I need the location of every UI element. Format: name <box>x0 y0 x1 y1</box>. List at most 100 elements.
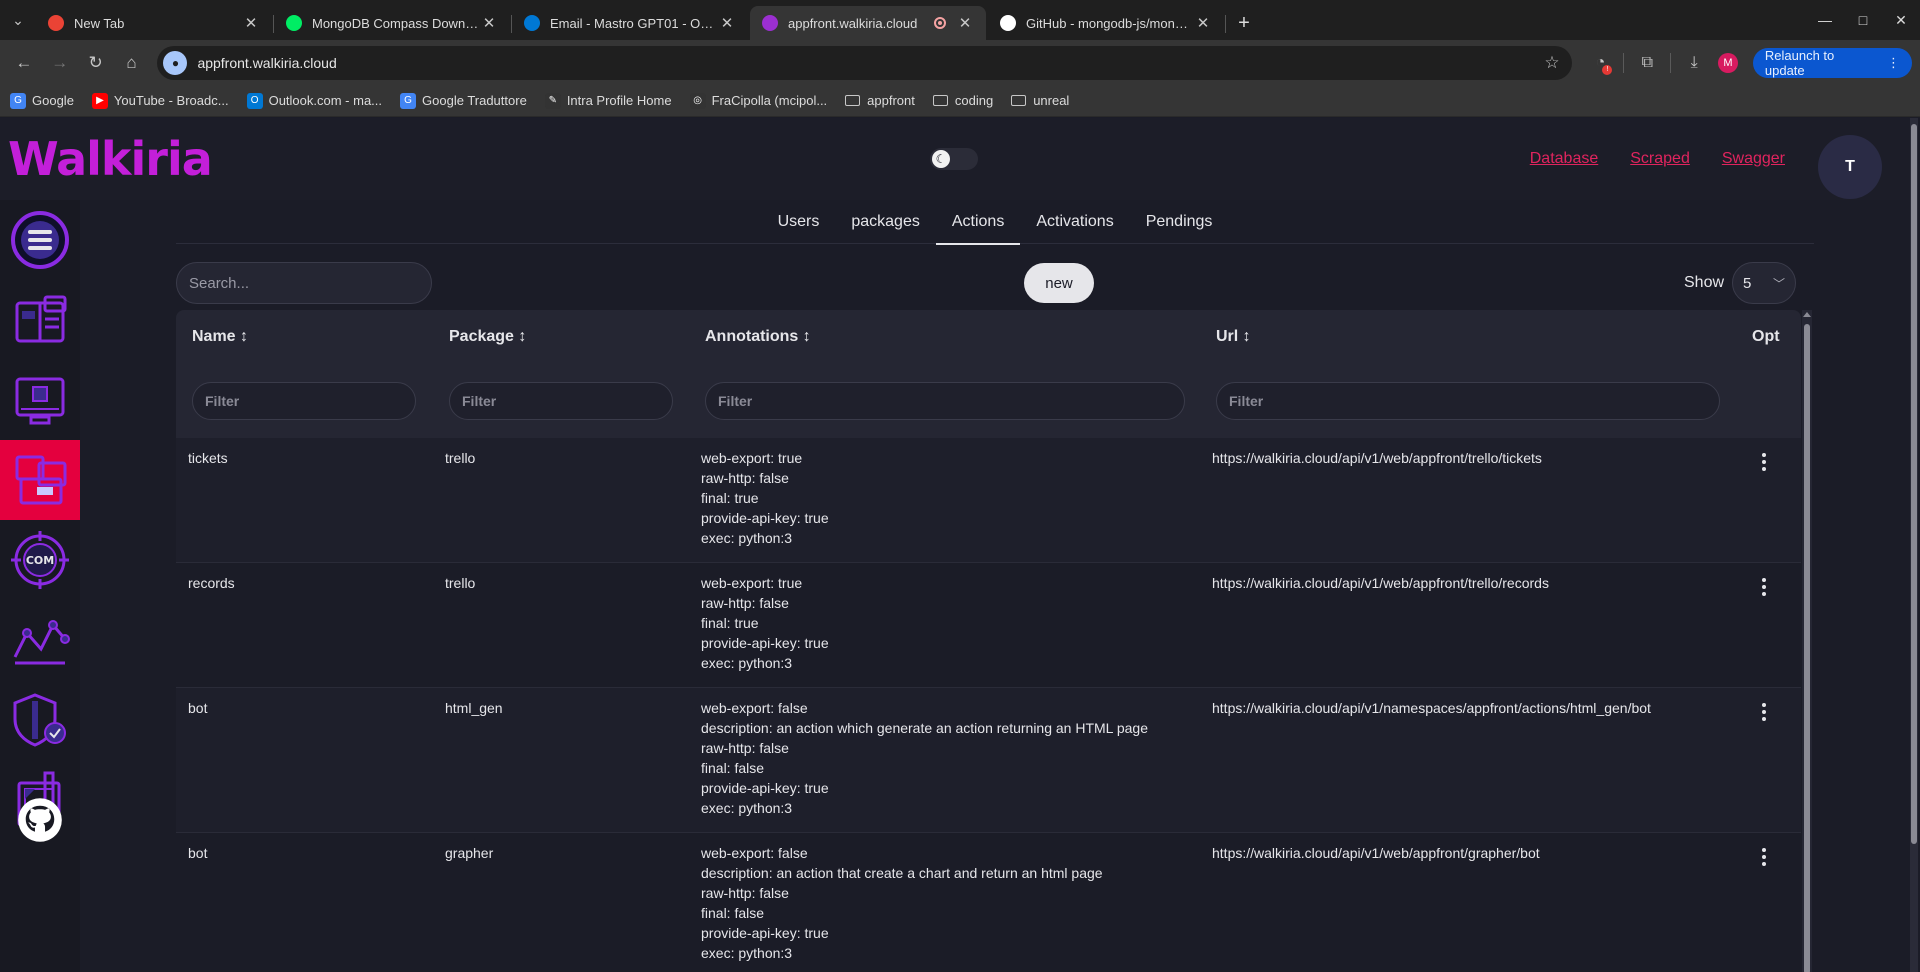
tab-search-chevron-icon[interactable]: ⌄ <box>0 0 36 40</box>
bookmark-3[interactable]: G Google Traduttore <box>400 92 527 109</box>
row-options-kebab-icon[interactable] <box>1752 573 1776 601</box>
filter-name-input[interactable] <box>192 382 416 420</box>
address-url[interactable]: appfront.walkiria.cloud <box>197 55 1544 71</box>
bookmark-label: unreal <box>1033 93 1070 108</box>
theme-toggle[interactable]: ☾ <box>930 148 978 170</box>
recording-icon <box>934 17 946 29</box>
bookmark-0[interactable]: G Google <box>10 92 74 109</box>
browser-tab-2[interactable]: Email - Mastro GPT01 - Outlook ✕ <box>512 6 748 40</box>
annotation-line: raw-http: false <box>701 595 789 611</box>
tab-pendings[interactable]: Pendings <box>1130 200 1229 244</box>
bookmark-4[interactable]: ✎ Intra Profile Home <box>544 92 672 109</box>
close-tab-icon[interactable]: ✕ <box>242 14 260 32</box>
forward-icon[interactable]: → <box>44 47 76 79</box>
address-bar[interactable]: ● appfront.walkiria.cloud ☆ <box>157 45 1572 80</box>
new-tab-button[interactable]: + <box>1226 6 1262 40</box>
extensions-puzzle-icon[interactable]: ⧉ <box>1630 46 1664 80</box>
tab-actions[interactable]: Actions <box>935 200 1021 245</box>
sidebar-item-monitor[interactable] <box>0 360 80 440</box>
home-icon[interactable]: ⌂ <box>116 47 148 79</box>
row-options-kebab-icon[interactable] <box>1752 698 1776 726</box>
cell-annotations: web-export: false description: an action … <box>701 698 1148 818</box>
tab-packages[interactable]: packages <box>835 200 936 244</box>
sidebar-item-shield[interactable] <box>0 680 80 760</box>
page-size-select[interactable]: 5 ﹀ <box>1732 262 1796 304</box>
header-link-swagger[interactable]: Swagger <box>1722 150 1785 168</box>
profile-avatar[interactable]: M <box>1711 46 1745 80</box>
annotation-line: final: true <box>701 615 759 631</box>
actions-table: Name ↕ Package ↕ Annotations ↕ Url ↕ Opt… <box>176 310 1814 972</box>
close-tab-icon[interactable]: ✕ <box>480 14 498 32</box>
bookmark-8[interactable]: unreal <box>1011 93 1069 108</box>
bookmark-favicon-icon: ◎ <box>689 92 706 109</box>
window-controls: — □ ✕ <box>1806 0 1920 40</box>
page-size-value: 5 <box>1743 274 1752 292</box>
cell-name: bot <box>188 700 208 716</box>
sidebar-item-github[interactable] <box>0 780 80 860</box>
annotation-line: exec: python:3 <box>701 530 793 546</box>
column-header-name[interactable]: Name ↕ <box>192 328 248 346</box>
cell-package: html_gen <box>445 700 503 716</box>
page-scrollbar[interactable] <box>1910 118 1918 972</box>
browser-tab-4[interactable]: GitHub - mongodb-js/mongosh ✕ <box>988 6 1226 40</box>
bookmark-2[interactable]: O Outlook.com - ma... <box>246 92 382 109</box>
browser-toolbar: ← → ↻ ⌂ ● appfront.walkiria.cloud ☆ ◔! ⧉… <box>0 40 1920 85</box>
app-logo[interactable]: Walkiria <box>8 132 213 186</box>
folder-icon <box>845 95 861 106</box>
bookmark-5[interactable]: ◎ FraCipolla (mcipol... <box>689 92 828 109</box>
user-avatar[interactable]: T <box>1818 135 1882 199</box>
filter-url-input[interactable] <box>1216 382 1720 420</box>
folder-icon <box>1011 95 1027 106</box>
sidebar-item-cards[interactable] <box>0 440 80 520</box>
bookmark-star-icon[interactable]: ☆ <box>1544 53 1559 73</box>
extension-alert-icon[interactable]: ◔! <box>1584 46 1618 80</box>
minimize-icon[interactable]: — <box>1806 0 1844 40</box>
search-input[interactable] <box>176 262 432 304</box>
annotation-line: exec: python:3 <box>701 800 793 816</box>
browser-tab-3[interactable]: appfront.walkiria.cloud ✕ <box>750 6 986 40</box>
sidebar-item-chart[interactable] <box>0 600 80 680</box>
row-options-kebab-icon[interactable] <box>1752 843 1776 871</box>
close-window-icon[interactable]: ✕ <box>1882 0 1920 40</box>
bookmark-7[interactable]: coding <box>932 93 993 108</box>
table-row[interactable]: records trello web-export: true raw-http: f… <box>176 563 1801 688</box>
sidebar-item-book[interactable] <box>0 280 80 360</box>
close-tab-icon[interactable]: ✕ <box>956 14 974 32</box>
downloads-icon[interactable]: ⤓ <box>1677 46 1711 80</box>
table-row[interactable]: bot html_gen web-export: false description:… <box>176 688 1801 833</box>
new-action-button[interactable]: new <box>1024 263 1094 303</box>
column-header-annotations[interactable]: Annotations ↕ <box>705 328 811 346</box>
back-icon[interactable]: ← <box>8 47 40 79</box>
tab-users[interactable]: Users <box>762 200 836 244</box>
table-row[interactable]: tickets trello web-export: true raw-http: f… <box>176 438 1801 563</box>
site-info-icon[interactable]: ● <box>163 50 188 75</box>
relaunch-to-update-button[interactable]: Relaunch to update ⋮ <box>1752 47 1912 78</box>
close-tab-icon[interactable]: ✕ <box>718 14 736 32</box>
header-link-scraped[interactable]: Scraped <box>1630 150 1690 168</box>
sidebar-item-menu[interactable] <box>0 200 80 280</box>
sidebar-item-com[interactable]: COM <box>0 520 80 600</box>
column-header-package[interactable]: Package ↕ <box>449 328 526 346</box>
filter-annotations-input[interactable] <box>705 382 1185 420</box>
close-tab-icon[interactable]: ✕ <box>1194 14 1212 32</box>
bookmark-1[interactable]: ▶ YouTube - Broadc... <box>91 92 229 109</box>
table-scrollbar[interactable] <box>1802 310 1812 972</box>
browser-tab-0[interactable]: New Tab ✕ <box>36 6 274 40</box>
more-options-icon[interactable]: ⋮ <box>1887 55 1900 71</box>
header-link-database[interactable]: Database <box>1530 150 1599 168</box>
column-header-url[interactable]: Url ↕ <box>1216 328 1251 346</box>
row-options-kebab-icon[interactable] <box>1752 448 1776 476</box>
reload-icon[interactable]: ↻ <box>80 47 112 79</box>
table-row[interactable]: bot grapher web-export: false description: … <box>176 833 1801 972</box>
cell-annotations: web-export: true raw-http: false final: tr… <box>701 573 829 673</box>
bookmark-6[interactable]: appfront <box>845 93 915 108</box>
browser-tab-1[interactable]: MongoDB Compass Download ✕ <box>274 6 512 40</box>
maximize-icon[interactable]: □ <box>1844 0 1882 40</box>
filter-package-input[interactable] <box>449 382 673 420</box>
tab-activations[interactable]: Activations <box>1020 200 1129 244</box>
annotation-line: provide-api-key: true <box>701 780 829 796</box>
bookmark-label: FraCipolla (mcipol... <box>711 93 828 108</box>
bookmark-favicon-icon: G <box>10 92 26 109</box>
annotation-line: web-export: true <box>701 575 803 591</box>
show-label: Show <box>1684 274 1725 291</box>
